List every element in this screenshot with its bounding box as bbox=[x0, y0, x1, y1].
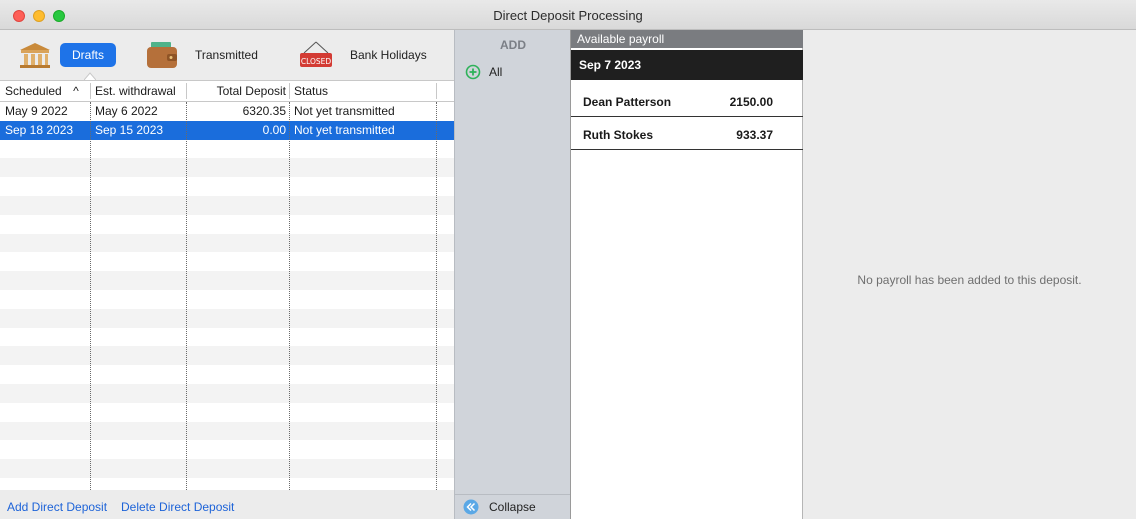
col-status[interactable]: Status bbox=[289, 81, 436, 102]
empty-row bbox=[0, 195, 454, 215]
deposits-panel: Drafts Transmitted CLOSED Bank Holidays bbox=[0, 30, 454, 519]
payroll-item[interactable]: Dean Patterson 2150.00 bbox=[571, 85, 803, 117]
empty-row bbox=[0, 290, 454, 309]
column-divider bbox=[90, 102, 91, 490]
empty-row bbox=[0, 252, 454, 271]
payroll-amount: 933.37 bbox=[736, 128, 773, 142]
double-chevron-left-icon bbox=[463, 499, 479, 515]
empty-row bbox=[0, 459, 454, 478]
payroll-date-group[interactable]: Sep 7 2023 bbox=[571, 50, 803, 80]
empty-row bbox=[0, 383, 454, 403]
title-bar: Direct Deposit Processing bbox=[0, 0, 1136, 30]
selected-tab-indicator bbox=[84, 72, 96, 80]
empty-row bbox=[0, 478, 454, 490]
empty-row bbox=[0, 308, 454, 328]
cell-scheduled: May 9 2022 bbox=[5, 104, 68, 118]
tab-transmitted-label: Transmitted bbox=[195, 48, 258, 62]
add-all-label: All bbox=[489, 65, 503, 79]
tab-bank-holidays-label: Bank Holidays bbox=[350, 48, 427, 62]
cell-scheduled: Sep 18 2023 bbox=[5, 122, 74, 137]
bank-icon bbox=[20, 43, 50, 68]
empty-row bbox=[0, 328, 454, 347]
add-direct-deposit-link[interactable]: Add Direct Deposit bbox=[7, 500, 107, 514]
deposits-table: Scheduled ^ Est. withdrawal Total Deposi… bbox=[0, 80, 454, 490]
payroll-employee-name: Dean Patterson bbox=[583, 95, 672, 109]
column-divider bbox=[289, 102, 290, 490]
empty-row bbox=[0, 140, 454, 159]
cell-total-deposit: 0.00 bbox=[262, 122, 286, 137]
empty-row bbox=[0, 158, 454, 178]
table-body: May 9 2022 May 6 2022 6320.35 Not yet tr… bbox=[0, 102, 454, 490]
available-payroll-header: Available payroll bbox=[571, 30, 803, 48]
deposit-tabs: Drafts Transmitted CLOSED Bank Holidays bbox=[0, 30, 454, 80]
payroll-amount: 2150.00 bbox=[729, 95, 773, 109]
cell-status: Not yet transmitted bbox=[294, 122, 395, 137]
empty-row bbox=[0, 346, 454, 366]
payroll-item[interactable]: Ruth Stokes 933.37 bbox=[571, 118, 803, 150]
add-panel: ADD All Collapse bbox=[454, 30, 571, 519]
header-divider bbox=[436, 83, 437, 99]
empty-row bbox=[0, 233, 454, 253]
cell-est-withdrawal: Sep 15 2023 bbox=[95, 122, 164, 137]
table-row[interactable]: May 9 2022 May 6 2022 6320.35 Not yet tr… bbox=[0, 102, 454, 121]
empty-row bbox=[0, 215, 454, 234]
tab-drafts-label: Drafts bbox=[60, 43, 117, 67]
col-scheduled[interactable]: Scheduled ^ bbox=[0, 81, 88, 102]
table-row-selected[interactable]: Sep 18 2023 Sep 15 2023 0.00 Not yet tra… bbox=[0, 120, 454, 140]
col-total-deposit[interactable]: Total Deposit bbox=[186, 81, 288, 102]
empty-row bbox=[0, 177, 454, 196]
column-divider bbox=[436, 102, 437, 490]
empty-row bbox=[0, 421, 454, 441]
payroll-employee-name: Ruth Stokes bbox=[583, 128, 654, 142]
col-est-withdrawal[interactable]: Est. withdrawal bbox=[90, 81, 186, 102]
add-all-button[interactable]: All bbox=[465, 64, 502, 80]
cell-est-withdrawal: May 6 2022 bbox=[95, 104, 158, 118]
deposit-detail-panel: No payroll has been added to this deposi… bbox=[803, 30, 1136, 519]
delete-direct-deposit-link[interactable]: Delete Direct Deposit bbox=[121, 500, 234, 514]
empty-deposit-message: No payroll has been added to this deposi… bbox=[857, 273, 1082, 287]
collapse-button[interactable]: Collapse bbox=[455, 494, 571, 519]
closed-sign-icon: CLOSED bbox=[300, 41, 332, 67]
collapse-label: Collapse bbox=[489, 500, 536, 514]
empty-row bbox=[0, 403, 454, 422]
add-panel-title: ADD bbox=[500, 38, 526, 52]
table-header: Scheduled ^ Est. withdrawal Total Deposi… bbox=[0, 80, 454, 102]
empty-row bbox=[0, 440, 454, 459]
cell-total-deposit: 6320.35 bbox=[242, 104, 286, 118]
cell-status: Not yet transmitted bbox=[294, 104, 395, 118]
column-divider bbox=[186, 102, 187, 490]
tab-bank-holidays[interactable]: CLOSED Bank Holidays bbox=[298, 36, 427, 74]
closed-sign-text: CLOSED bbox=[301, 57, 332, 66]
empty-row bbox=[0, 365, 454, 384]
sort-ascending-icon: ^ bbox=[73, 84, 79, 98]
deposits-footer: Add Direct Deposit Delete Direct Deposit bbox=[0, 490, 454, 519]
wallet-icon bbox=[147, 42, 177, 68]
empty-row bbox=[0, 271, 454, 290]
window-title: Direct Deposit Processing bbox=[493, 8, 643, 23]
add-circle-icon bbox=[465, 64, 481, 80]
tab-drafts[interactable]: Drafts bbox=[18, 36, 117, 74]
available-payroll-panel: Available payroll Sep 7 2023 Dean Patter… bbox=[570, 30, 803, 519]
tab-transmitted[interactable]: Transmitted bbox=[145, 36, 258, 74]
